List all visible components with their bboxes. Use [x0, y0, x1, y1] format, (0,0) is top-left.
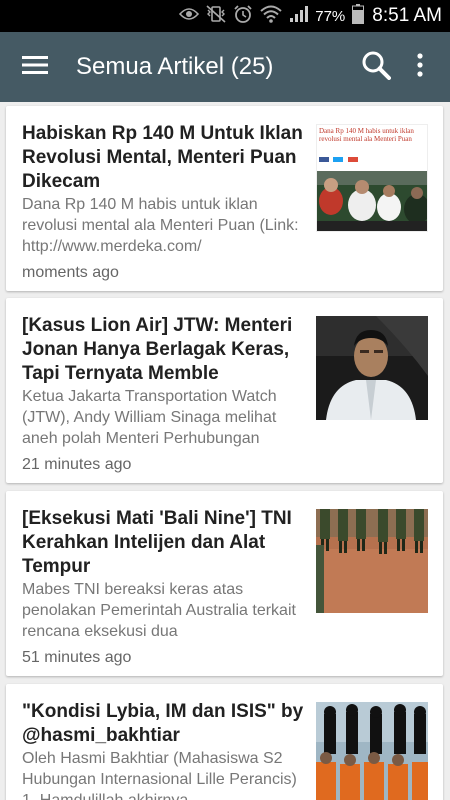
more-vertical-icon [417, 52, 423, 82]
article-snippet: Oleh Hasmi Bakhtiar (Mahasiswa S2 Hubung… [22, 750, 297, 800]
article-list[interactable]: Habiskan Rp 140 M Untuk Iklan Revolusi M… [0, 102, 450, 800]
article-time: moments ago [22, 264, 119, 281]
vibrate-mute-icon [206, 4, 226, 28]
article-time: 51 minutes ago [22, 649, 132, 666]
share-bar-graphic [319, 149, 359, 162]
article-snippet: Mabes TNI bereaksi keras atas penolakan … [22, 581, 296, 640]
thumbnail-caption: Dana Rp 140 M habis untuk iklan revolusi… [319, 127, 414, 143]
search-icon [361, 50, 391, 85]
battery-icon [352, 3, 365, 29]
signal-icon [289, 5, 309, 28]
article-headline: [Kasus Lion Air] JTW: Menteri Jonan Hany… [22, 315, 293, 384]
photo-image [317, 171, 427, 231]
status-bar: 77% 8:51 AM [0, 0, 450, 32]
battery-percent: 77% [315, 7, 346, 25]
article-card[interactable]: [Kasus Lion Air] JTW: Menteri Jonan Hany… [6, 298, 443, 483]
article-thumbnail [316, 316, 428, 420]
article-snippet: Ketua Jakarta Transportation Watch (JTW)… [22, 388, 277, 447]
page-title: Semua Artikel (25) [76, 53, 274, 80]
article-headline: "Kondisi Lybia, IM dan ISIS" by @hasmi_b… [22, 701, 304, 746]
article-thumbnail: Dana Rp 140 M habis untuk iklan revolusi… [316, 124, 428, 232]
eye-icon [179, 7, 200, 26]
article-headline: [Eksekusi Mati 'Bali Nine'] TNI Kerahkan… [22, 508, 292, 577]
status-time: 8:51 AM [372, 5, 442, 26]
article-headline: Habiskan Rp 140 M Untuk Iklan Revolusi M… [22, 123, 303, 192]
article-thumbnail [316, 509, 428, 613]
article-card[interactable]: Habiskan Rp 140 M Untuk Iklan Revolusi M… [6, 106, 443, 291]
article-snippet: Dana Rp 140 M habis untuk iklan revolusi… [22, 196, 299, 255]
overflow-menu-button[interactable] [398, 32, 442, 102]
alarm-icon [233, 4, 253, 29]
app-bar: Semua Artikel (25) [0, 32, 450, 102]
search-button[interactable] [354, 32, 398, 102]
wifi-icon [260, 5, 282, 28]
article-thumbnail [316, 702, 428, 800]
menu-button[interactable] [0, 32, 70, 102]
article-card[interactable]: [Eksekusi Mati 'Bali Nine'] TNI Kerahkan… [6, 491, 443, 676]
article-time: 21 minutes ago [22, 456, 132, 473]
hamburger-menu-icon [22, 55, 48, 80]
article-card[interactable]: "Kondisi Lybia, IM dan ISIS" by @hasmi_b… [6, 684, 443, 800]
